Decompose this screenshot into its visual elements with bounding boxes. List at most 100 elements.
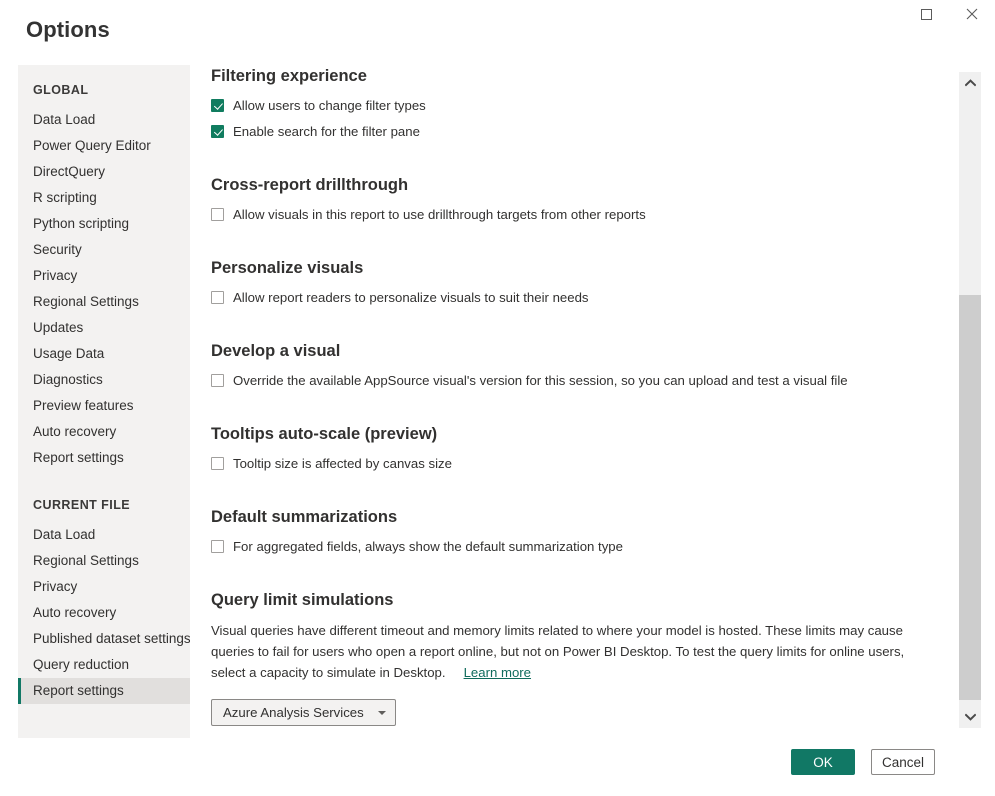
checkbox-label: For aggregated fields, always show the d… — [233, 539, 623, 554]
sidebar-item-label: Published dataset settings — [33, 631, 190, 646]
learn-more-link[interactable]: Learn more — [464, 665, 531, 680]
checkbox-box[interactable] — [211, 99, 224, 112]
sidebar-group-global: GLOBAL Data Load Power Query Editor Dire… — [18, 82, 190, 471]
sidebar-item-diagnostics[interactable]: Diagnostics — [18, 367, 190, 393]
sidebar-item-updates[interactable]: Updates — [18, 315, 190, 341]
sidebar-item-auto-recovery[interactable]: Auto recovery — [18, 419, 190, 445]
checkbox-enable-filter-pane-search[interactable]: Enable search for the filter pane — [211, 122, 951, 141]
sidebar-item-label: Python scripting — [33, 216, 130, 231]
sidebar-list-global: Data Load Power Query Editor DirectQuery… — [18, 107, 190, 471]
section-heading: Cross-report drillthrough — [211, 176, 409, 194]
sidebar-item-cf-regional-settings[interactable]: Regional Settings — [18, 548, 190, 574]
sidebar-item-directquery[interactable]: DirectQuery — [18, 159, 190, 185]
query-limit-description-text: Visual queries have different timeout an… — [211, 623, 905, 680]
section-heading: Filtering experience — [211, 67, 367, 85]
scrollbar-up-button[interactable] — [959, 72, 981, 94]
checkbox-allow-change-filter-types[interactable]: Allow users to change filter types — [211, 96, 951, 115]
sidebar-item-label: Report settings — [33, 683, 124, 698]
sidebar-item-privacy[interactable]: Privacy — [18, 263, 190, 289]
checkbox-tooltip-size-canvas[interactable]: Tooltip size is affected by canvas size — [211, 454, 951, 473]
sidebar-item-label: Updates — [33, 320, 84, 335]
ok-button[interactable]: OK — [791, 749, 855, 775]
sidebar-item-cf-published-dataset-settings[interactable]: Published dataset settings — [18, 626, 190, 652]
report-settings-panel: Filtering experience Allow users to chan… — [211, 65, 951, 738]
sidebar-item-label: Diagnostics — [33, 372, 103, 387]
sidebar-item-cf-auto-recovery[interactable]: Auto recovery — [18, 600, 190, 626]
sidebar-item-cf-privacy[interactable]: Privacy — [18, 574, 190, 600]
checkbox-label: Tooltip size is affected by canvas size — [233, 456, 452, 471]
sidebar-item-report-settings-global[interactable]: Report settings — [18, 445, 190, 471]
sidebar-item-r-scripting[interactable]: R scripting — [18, 185, 190, 211]
section-query-limit-simulations: Query limit simulations Visual queries h… — [211, 589, 951, 738]
sidebar-item-security[interactable]: Security — [18, 237, 190, 263]
close-button[interactable] — [949, 0, 995, 28]
sidebar-item-label: Query reduction — [33, 657, 130, 672]
checkbox-label: Allow users to change filter types — [233, 98, 426, 113]
scrollbar-down-button[interactable] — [959, 706, 981, 728]
checkbox-default-summarization-type[interactable]: For aggregated fields, always show the d… — [211, 537, 951, 556]
sidebar-item-label: Data Load — [33, 112, 96, 127]
chevron-up-icon — [964, 74, 976, 92]
sidebar-item-cf-data-load[interactable]: Data Load — [18, 522, 190, 548]
checkbox-label: Override the available AppSource visual'… — [233, 373, 848, 388]
sidebar-item-label: Auto recovery — [33, 605, 117, 620]
sidebar-item-power-query-editor[interactable]: Power Query Editor — [18, 133, 190, 159]
sidebar-item-label: Regional Settings — [33, 553, 139, 568]
section-default-summarizations: Default summarizations For aggregated fi… — [211, 506, 951, 556]
section-heading: Develop a visual — [211, 342, 341, 360]
sidebar-group-current-file: CURRENT FILE Data Load Regional Settings… — [18, 497, 190, 704]
sidebar-item-python-scripting[interactable]: Python scripting — [18, 211, 190, 237]
scrollbar-thumb[interactable] — [959, 295, 981, 700]
section-heading: Query limit simulations — [211, 591, 394, 609]
sidebar-item-label: Regional Settings — [33, 294, 139, 309]
checkbox-label: Allow visuals in this report to use dril… — [233, 207, 646, 222]
sidebar-item-label: Auto recovery — [33, 424, 117, 439]
section-heading: Personalize visuals — [211, 259, 364, 277]
chevron-down-icon — [964, 708, 976, 726]
section-heading: Default summarizations — [211, 508, 398, 526]
sidebar-item-label: Usage Data — [33, 346, 105, 361]
section-develop-a-visual: Develop a visual Override the available … — [211, 340, 951, 390]
dialog-footer: OK Cancel — [0, 738, 995, 796]
checkbox-label: Enable search for the filter pane — [233, 124, 420, 139]
section-tooltips-auto-scale: Tooltips auto-scale (preview) Tooltip si… — [211, 423, 951, 473]
title-bar: Options — [0, 0, 995, 58]
section-cross-report-drillthrough: Cross-report drillthrough Allow visuals … — [211, 174, 951, 224]
checkbox-label: Allow report readers to personalize visu… — [233, 290, 589, 305]
sidebar-item-regional-settings[interactable]: Regional Settings — [18, 289, 190, 315]
maximize-icon — [920, 8, 932, 20]
sidebar-item-label: DirectQuery — [33, 164, 106, 179]
page-title: Options — [26, 17, 110, 42]
checkbox-box[interactable] — [211, 540, 224, 553]
sidebar-item-data-load[interactable]: Data Load — [18, 107, 190, 133]
capacity-dropdown[interactable]: Azure Analysis Services — [211, 699, 396, 726]
checkbox-allow-drillthrough-targets[interactable]: Allow visuals in this report to use dril… — [211, 205, 951, 224]
cancel-button[interactable]: Cancel — [871, 749, 935, 775]
checkbox-allow-personalize-visuals[interactable]: Allow report readers to personalize visu… — [211, 288, 951, 307]
checkbox-override-appsource-version[interactable]: Override the available AppSource visual'… — [211, 371, 951, 390]
checkbox-box[interactable] — [211, 125, 224, 138]
sidebar-item-usage-data[interactable]: Usage Data — [18, 341, 190, 367]
sidebar-item-label: Security — [33, 242, 82, 257]
sidebar-item-label: Preview features — [33, 398, 134, 413]
checkbox-box[interactable] — [211, 208, 224, 221]
capacity-dropdown-value: Azure Analysis Services — [223, 705, 364, 720]
checkbox-box[interactable] — [211, 291, 224, 304]
sidebar-item-preview-features[interactable]: Preview features — [18, 393, 190, 419]
checkbox-box[interactable] — [211, 374, 224, 387]
close-icon — [966, 8, 978, 20]
sidebar-list-current-file: Data Load Regional Settings Privacy Auto… — [18, 522, 190, 704]
checkbox-box[interactable] — [211, 457, 224, 470]
sidebar-item-cf-query-reduction[interactable]: Query reduction — [18, 652, 190, 678]
content-scrollbar[interactable] — [959, 72, 981, 728]
sidebar-item-cf-report-settings[interactable]: Report settings — [18, 678, 190, 704]
sidebar-item-label: Power Query Editor — [33, 138, 151, 153]
sidebar-group-title-global: GLOBAL — [33, 83, 89, 97]
maximize-button[interactable] — [903, 0, 949, 28]
settings-sidebar: GLOBAL Data Load Power Query Editor Dire… — [18, 65, 190, 738]
